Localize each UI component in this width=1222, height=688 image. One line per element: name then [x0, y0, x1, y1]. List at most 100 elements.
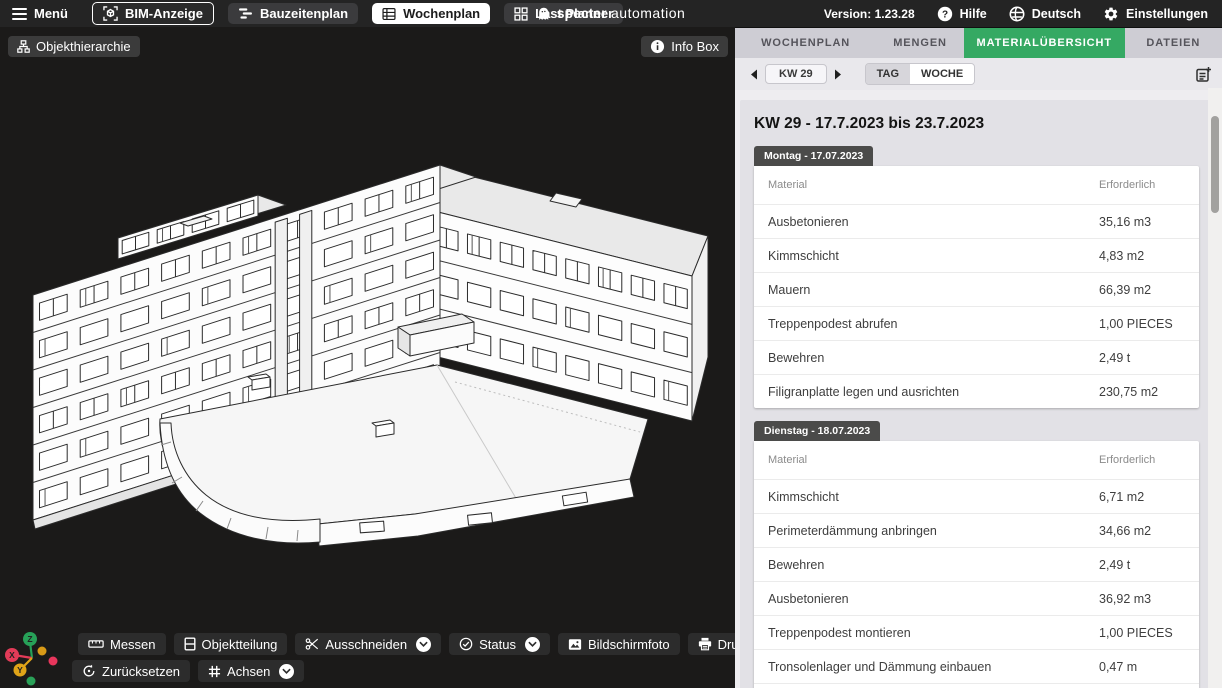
gear-icon	[1103, 6, 1119, 22]
tab-dateien[interactable]: DATEIEN	[1125, 28, 1222, 58]
tool-button-label: Ausschneiden	[325, 637, 407, 652]
settings-button[interactable]: Einstellungen	[1103, 6, 1208, 22]
hierarchy-icon	[17, 40, 30, 53]
info-icon	[650, 39, 665, 54]
chevron-down-icon[interactable]	[416, 637, 431, 652]
table-row: Bewehren2,49 t	[754, 547, 1199, 581]
tool-button-status[interactable]: Status	[449, 633, 550, 655]
tool-button-objektteilung[interactable]: Objektteilung	[174, 633, 288, 655]
material-table: MaterialErforderlichKimmschicht6,71 m2Pe…	[754, 441, 1199, 688]
svg-text:?: ?	[942, 9, 948, 20]
day-section: Dienstag - 18.07.2023MaterialErforderlic…	[754, 421, 1199, 688]
tool-button-label: Status	[479, 637, 516, 652]
required-cell: 0,47 m	[1099, 660, 1185, 674]
version-label: Version: 1.23.28	[824, 7, 915, 21]
tool-button-messen[interactable]: Messen	[78, 633, 166, 655]
info-box-label: Info Box	[671, 39, 719, 54]
material-cell: Ausbetonieren	[768, 215, 1099, 229]
required-cell: 34,66 m2	[1099, 524, 1185, 538]
axis-y-label: Y	[17, 665, 23, 675]
menu-button[interactable]: Menü	[12, 6, 68, 21]
tool-button-label: Achsen	[227, 664, 270, 679]
tab-wochenplan[interactable]: WOCHENPLAN	[735, 28, 876, 58]
object-hierarchy-button[interactable]: Objekthierarchie	[8, 36, 140, 57]
menu-label: Menü	[34, 6, 68, 21]
required-cell: 35,16 m3	[1099, 215, 1185, 229]
required-cell: 6,71 m2	[1099, 490, 1185, 504]
top-bar: Menü BIM-AnzeigeBauzeitenplanWochenplanL…	[0, 0, 1222, 27]
nav-button-bim-anzeige[interactable]: BIM-Anzeige	[92, 2, 214, 25]
material-cell: Bewehren	[768, 558, 1099, 572]
table-row: Perimeterdämmung anbringen34,66 m2	[754, 513, 1199, 547]
material-cell: Treppenpodest montieren	[768, 626, 1099, 640]
table-row: Bewehren2,49 t	[754, 340, 1199, 374]
previous-week-button[interactable]	[745, 66, 761, 82]
chevron-down-icon[interactable]	[279, 664, 294, 679]
toggle-segment-tag[interactable]: TAG	[866, 64, 910, 84]
add-note-button[interactable]	[1195, 66, 1212, 83]
required-cell: 66,39 m2	[1099, 283, 1185, 297]
table-row: Ausbetonieren35,16 m3	[754, 204, 1199, 238]
screenshot-icon	[568, 638, 582, 651]
tool-button-druckvorschau[interactable]: Druckvorschau	[688, 633, 735, 655]
nav-button-label: BIM-Anzeige	[125, 6, 203, 21]
current-week-button[interactable]: KW 29	[765, 64, 827, 84]
brand-logo: specter automation	[537, 5, 686, 23]
tool-button-label: Objektteilung	[202, 637, 278, 652]
table-icon	[382, 7, 396, 21]
viewport-toolbar-row2: Zurücksetzen Achsen	[72, 660, 304, 682]
question-circle-icon: ?	[937, 6, 953, 22]
table-row: Tronsolenlager und Dämmung einbauen0,47 …	[754, 649, 1199, 683]
required-cell: 2,49 t	[1099, 558, 1185, 572]
material-table: MaterialErforderlichAusbetonieren35,16 m…	[754, 166, 1199, 408]
tool-button-ausschneiden[interactable]: Ausschneiden	[295, 633, 441, 655]
ghost-logo-icon	[537, 6, 551, 22]
panel-scrollbar	[1208, 88, 1222, 688]
table-header: MaterialErforderlich	[754, 166, 1199, 204]
3d-viewport[interactable]: Objekthierarchie Info Box	[0, 27, 735, 688]
status-check-icon	[459, 637, 473, 651]
hamburger-icon	[12, 8, 27, 20]
language-button[interactable]: Deutsch	[1009, 6, 1081, 22]
required-cell: 36,92 m3	[1099, 592, 1185, 606]
axes-gizmo[interactable]: Z X Y	[2, 618, 66, 688]
chevron-down-icon[interactable]	[525, 637, 540, 652]
required-cell: 1,00 PIECES	[1099, 626, 1185, 640]
printer-icon	[698, 637, 712, 651]
nav-button-bauzeitenplan[interactable]: Bauzeitenplan	[228, 3, 358, 24]
required-cell: 2,49 t	[1099, 351, 1185, 365]
week-title: KW 29 - 17.7.2023 bis 23.7.2023	[754, 115, 1199, 133]
material-cell: Kimmschicht	[768, 490, 1099, 504]
help-button[interactable]: ? Hilfe	[937, 6, 987, 22]
table-row: Treppenpodest montieren1,00 PIECES	[754, 615, 1199, 649]
tool-button-zur-cksetzen[interactable]: Zurücksetzen	[72, 660, 190, 682]
required-cell: 1,00 PIECES	[1099, 317, 1185, 331]
table-row: Filigranplatte legen und ausrichten230,7…	[754, 683, 1199, 688]
tab-material-bersicht[interactable]: MATERIALÜBERSICHT	[964, 28, 1125, 58]
material-cell: Perimeterdämmung anbringen	[768, 524, 1099, 538]
scrollbar-thumb[interactable]	[1211, 116, 1219, 213]
next-week-button[interactable]	[831, 66, 847, 82]
grid-icon	[514, 7, 528, 21]
tool-button-bildschirmfoto[interactable]: Bildschirmfoto	[558, 633, 680, 655]
day-section: Montag - 17.07.2023MaterialErforderlichA…	[754, 146, 1199, 408]
object-hierarchy-label: Objekthierarchie	[36, 39, 131, 54]
globe-icon	[1009, 6, 1025, 22]
toggle-segment-woche[interactable]: WOCHE	[910, 64, 974, 84]
tab-mengen[interactable]: MENGEN	[876, 28, 964, 58]
material-cell: Treppenpodest abrufen	[768, 317, 1099, 331]
required-cell: 4,83 m2	[1099, 249, 1185, 263]
info-box-button[interactable]: Info Box	[641, 36, 728, 57]
gantt-icon	[238, 7, 253, 20]
required-column-header: Erforderlich	[1099, 454, 1185, 466]
table-row: Kimmschicht4,83 m2	[754, 238, 1199, 272]
material-column-header: Material	[768, 179, 1099, 191]
week-nav-bar: KW 29 TAGWOCHE	[735, 58, 1222, 90]
tool-button-achsen[interactable]: Achsen	[198, 660, 304, 682]
nav-button-wochenplan[interactable]: Wochenplan	[372, 3, 490, 24]
required-cell: 230,75 m2	[1099, 385, 1185, 399]
brand-light: automation	[611, 5, 685, 21]
required-column-header: Erforderlich	[1099, 179, 1185, 191]
scissors-icon	[305, 637, 319, 651]
day-week-toggle: TAGWOCHE	[865, 63, 976, 85]
